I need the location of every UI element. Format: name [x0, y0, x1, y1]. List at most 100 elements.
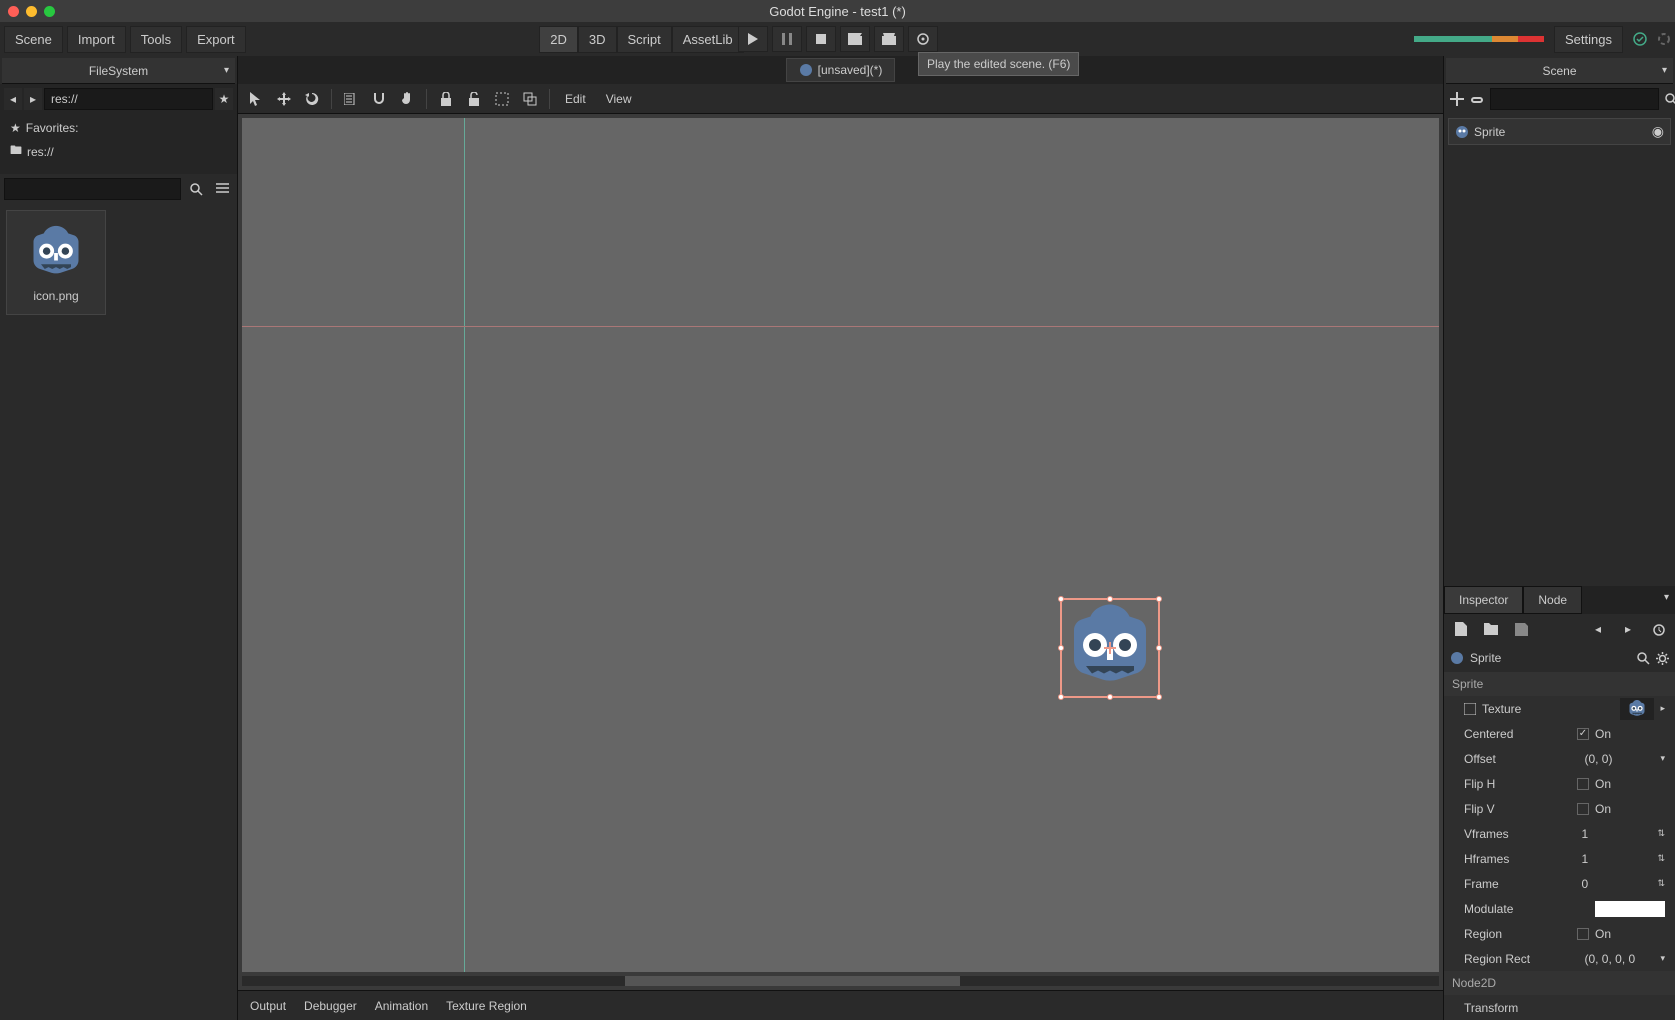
prop-texture[interactable]: Texture ▸ — [1444, 696, 1675, 721]
checkbox[interactable] — [1577, 928, 1589, 940]
add-node-button[interactable] — [1450, 87, 1464, 111]
filesystem-tab[interactable]: FileSystem ▾ — [2, 58, 235, 84]
insp-history-fwd[interactable]: ▸ — [1617, 618, 1639, 640]
viewport-view-menu[interactable]: View — [598, 92, 640, 106]
workspace-assetlib[interactable]: AssetLib — [672, 26, 744, 53]
visibility-toggle[interactable]: ◉ — [1652, 123, 1664, 140]
window-close-button[interactable] — [8, 6, 19, 17]
menu-export[interactable]: Export — [186, 26, 246, 53]
fs-favorite-button[interactable]: ★ — [215, 88, 233, 110]
checkbox[interactable] — [1577, 728, 1589, 740]
prop-hframes[interactable]: Hframes1⇅ — [1444, 846, 1675, 871]
selected-sprite[interactable] — [1060, 598, 1160, 698]
window-minimize-button[interactable] — [26, 6, 37, 17]
list-select-tool[interactable] — [339, 87, 363, 111]
spinner-icon[interactable]: ⇅ — [1657, 828, 1665, 839]
viewport-h-scrollbar[interactable] — [242, 976, 1439, 986]
chevron-down-icon[interactable]: ▾ — [1660, 753, 1665, 764]
debug-options-button[interactable] — [908, 26, 938, 52]
chevron-down-icon[interactable]: ▾ — [1662, 65, 1667, 76]
tab-node[interactable]: Node — [1523, 586, 1582, 614]
prop-fliph[interactable]: Flip HOn — [1444, 771, 1675, 796]
resize-handle[interactable] — [1156, 645, 1162, 651]
spinner-icon[interactable] — [1657, 32, 1671, 46]
unlock-tool[interactable] — [462, 87, 486, 111]
chevron-down-icon[interactable]: ▾ — [224, 65, 229, 76]
tab-inspector[interactable]: Inspector — [1444, 586, 1523, 614]
viewport-edit-menu[interactable]: Edit — [557, 92, 594, 106]
scene-panel-tab[interactable]: Scene ▾ — [1446, 58, 1673, 84]
checkbox[interactable] — [1577, 803, 1589, 815]
scrollbar-thumb[interactable] — [625, 976, 960, 986]
fs-favorites-item[interactable]: ★Favorites: — [4, 118, 233, 138]
fs-forward-button[interactable]: ▸ — [24, 88, 42, 110]
workspace-3d[interactable]: 3D — [578, 26, 617, 53]
insp-history-back[interactable]: ◂ — [1587, 618, 1609, 640]
insp-help-button[interactable] — [1637, 652, 1650, 665]
resize-handle[interactable] — [1107, 596, 1113, 602]
rotate-tool[interactable] — [300, 87, 324, 111]
insp-history-button[interactable] — [1647, 618, 1669, 640]
prop-region[interactable]: RegionOn — [1444, 921, 1675, 946]
checkbox[interactable] — [1577, 778, 1589, 790]
ungroup-tool[interactable] — [518, 87, 542, 111]
resize-handle[interactable] — [1058, 596, 1064, 602]
menu-settings[interactable]: Settings — [1554, 26, 1623, 53]
menu-scene[interactable]: Scene — [4, 26, 63, 53]
pause-button[interactable] — [772, 26, 802, 52]
chevron-down-icon[interactable]: ▾ — [1660, 953, 1665, 964]
workspace-2d[interactable]: 2D — [539, 26, 578, 53]
select-tool[interactable] — [244, 87, 268, 111]
spinner-icon[interactable]: ⇅ — [1657, 878, 1665, 889]
texture-preview-icon[interactable] — [1620, 698, 1654, 720]
menu-import[interactable]: Import — [67, 26, 126, 53]
workspace-script[interactable]: Script — [617, 26, 672, 53]
bottom-tab-output[interactable]: Output — [250, 999, 286, 1013]
move-tool[interactable] — [272, 87, 296, 111]
fs-view-mode-button[interactable] — [211, 178, 233, 200]
resize-handle[interactable] — [1156, 596, 1162, 602]
prop-modulate[interactable]: Modulate — [1444, 896, 1675, 921]
resize-handle[interactable] — [1058, 645, 1064, 651]
resize-handle[interactable] — [1058, 694, 1064, 700]
scene-tree-root-node[interactable]: Sprite ◉ — [1448, 118, 1671, 145]
chevron-down-icon[interactable]: ▾ — [1658, 586, 1675, 614]
prop-offset[interactable]: Offset(0, 0)▾ — [1444, 746, 1675, 771]
stop-button[interactable] — [806, 26, 836, 52]
prop-transform[interactable]: Transform — [1444, 995, 1675, 1020]
insp-open-button[interactable] — [1480, 618, 1502, 640]
chevron-right-icon[interactable]: ▸ — [1660, 703, 1665, 714]
pan-tool[interactable] — [395, 87, 419, 111]
prop-flipv[interactable]: Flip VOn — [1444, 796, 1675, 821]
play-scene-button[interactable] — [840, 26, 870, 52]
insp-options-button[interactable] — [1656, 652, 1669, 665]
scene-tab-unsaved[interactable]: [unsaved](*) — [786, 58, 896, 82]
play-button[interactable] — [738, 26, 768, 52]
prop-region-rect[interactable]: Region Rect(0, 0, 0, 0▾ — [1444, 946, 1675, 971]
scene-tree-search-button[interactable] — [1665, 87, 1675, 111]
prop-frame[interactable]: Frame0⇅ — [1444, 871, 1675, 896]
prop-vframes[interactable]: Vframes1⇅ — [1444, 821, 1675, 846]
fs-back-button[interactable]: ◂ — [4, 88, 22, 110]
bottom-tab-animation[interactable]: Animation — [375, 999, 428, 1013]
snap-tool[interactable] — [367, 87, 391, 111]
resize-handle[interactable] — [1156, 694, 1162, 700]
spinner-icon[interactable]: ⇅ — [1657, 853, 1665, 864]
window-maximize-button[interactable] — [44, 6, 55, 17]
scene-tree-filter[interactable] — [1490, 88, 1659, 110]
instance-scene-button[interactable] — [1470, 87, 1484, 111]
file-item-icon-png[interactable]: icon.png — [6, 210, 106, 315]
fs-path-field[interactable]: res:// — [44, 88, 213, 110]
fs-search-button[interactable] — [185, 178, 207, 200]
group-tool[interactable] — [490, 87, 514, 111]
bottom-tab-texture-region[interactable]: Texture Region — [446, 999, 527, 1013]
prop-centered[interactable]: CenteredOn — [1444, 721, 1675, 746]
color-swatch[interactable] — [1595, 901, 1665, 917]
play-custom-scene-button[interactable] — [874, 26, 904, 52]
viewport-2d[interactable] — [242, 118, 1439, 972]
fs-res-item[interactable]: 🖿res:// — [4, 138, 233, 165]
resize-handle[interactable] — [1107, 694, 1113, 700]
lock-tool[interactable] — [434, 87, 458, 111]
bottom-tab-debugger[interactable]: Debugger — [304, 999, 357, 1013]
insp-save-button[interactable] — [1510, 618, 1532, 640]
